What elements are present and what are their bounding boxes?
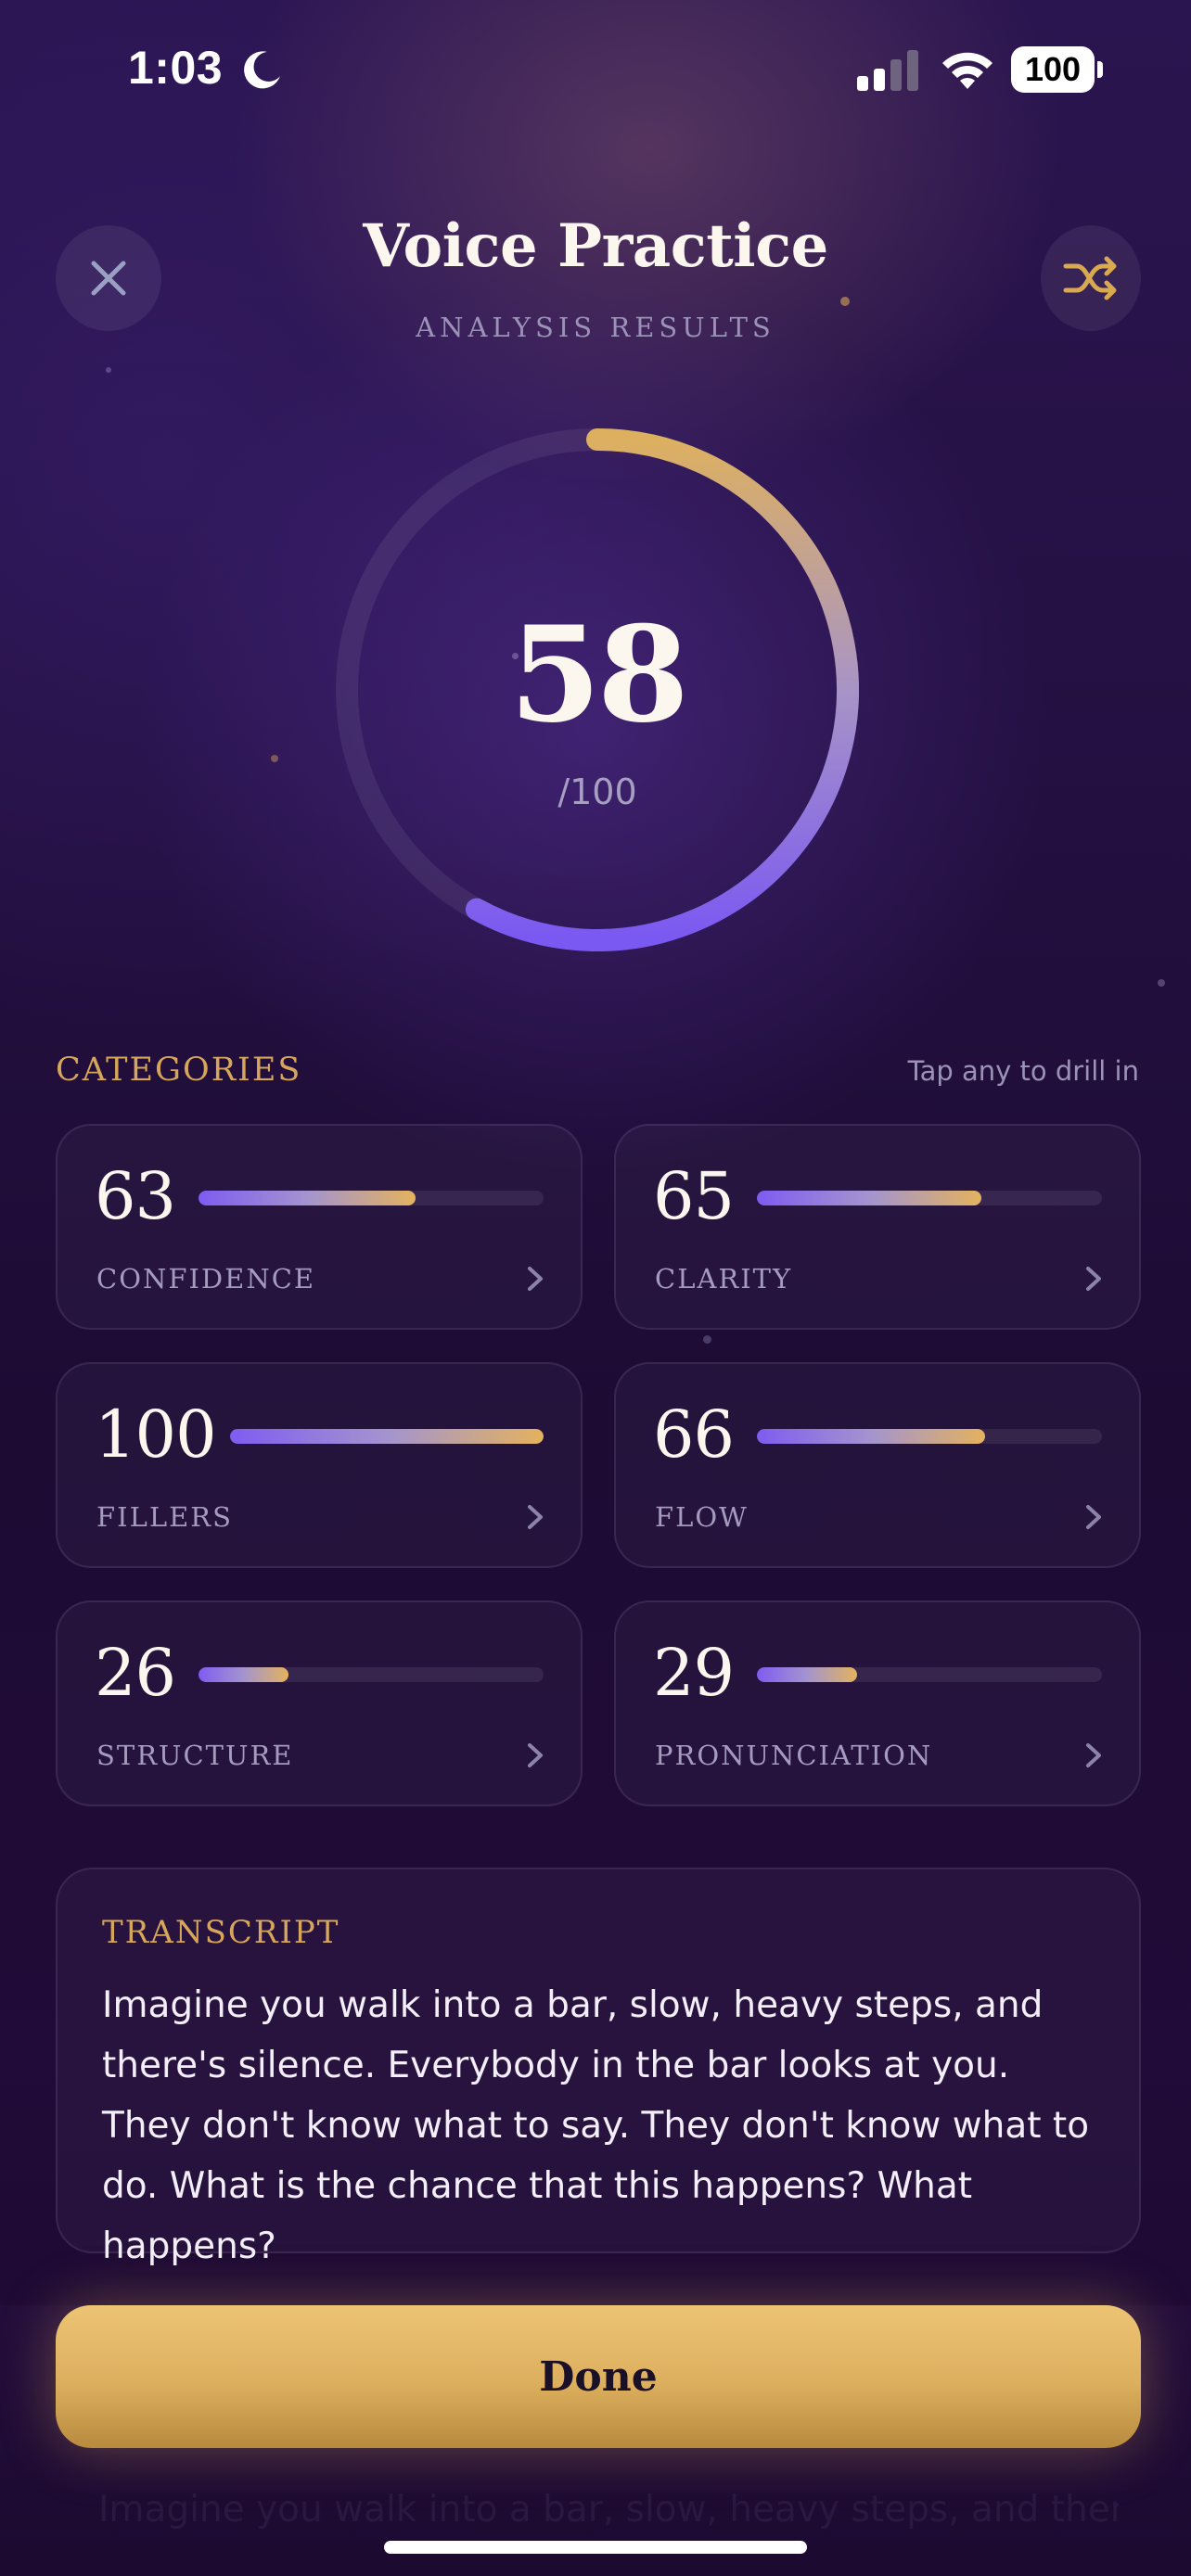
chevron-right-icon: [528, 1267, 543, 1291]
category-score: 65: [653, 1158, 735, 1234]
done-button-label: Done: [539, 2353, 658, 2401]
wifi-icon: [942, 52, 992, 89]
chevron-right-icon: [1086, 1505, 1101, 1529]
category-progress-fill: [757, 1191, 981, 1205]
category-progress-fill: [198, 1667, 288, 1682]
category-progress-track: [757, 1429, 1102, 1444]
sparkle-dot: [840, 297, 850, 306]
category-label: CLARITY: [655, 1263, 793, 1294]
status-time: 1:03: [128, 42, 224, 94]
category-progress-fill: [230, 1429, 544, 1444]
category-score: 26: [95, 1635, 176, 1711]
transcript-text: Imagine you walk into a bar, slow, heavy…: [102, 1984, 1090, 2267]
page-subtitle: ANALYSIS RESULTS: [416, 312, 775, 343]
shuffle-button[interactable]: [1041, 225, 1141, 331]
category-label: CONFIDENCE: [96, 1263, 316, 1294]
sparkle-dot: [1158, 979, 1165, 987]
home-indicator: [384, 2541, 807, 2554]
chevron-right-icon: [1086, 1267, 1101, 1291]
sparkle-dot: [106, 367, 111, 373]
category-label: FLOW: [655, 1501, 749, 1533]
page-title: Voice Practice: [363, 211, 828, 281]
category-label: FILLERS: [96, 1501, 233, 1533]
category-label: STRUCTURE: [96, 1740, 294, 1771]
categories-hint: Tap any to drill in: [907, 1055, 1139, 1087]
battery-indicator: 100: [1011, 46, 1104, 93]
chevron-right-icon: [1086, 1743, 1101, 1767]
status-bar: 1:03 100: [0, 0, 1191, 139]
categories-title: CATEGORIES: [56, 1052, 302, 1089]
moon-icon: [244, 51, 280, 89]
shuffle-icon: [1063, 256, 1117, 300]
battery-body: 100: [1011, 46, 1095, 93]
category-score: 100: [95, 1396, 217, 1473]
transcript-title: TRANSCRIPT: [102, 1914, 340, 1951]
done-button[interactable]: Done: [56, 2305, 1141, 2448]
category-card-structure[interactable]: 26 STRUCTURE: [56, 1600, 583, 1806]
transcript-text-ghost: Imagine you walk into a bar, slow, heavy…: [98, 2489, 1119, 2531]
category-progress-track: [230, 1429, 544, 1444]
sparkle-dot: [271, 755, 278, 762]
battery-level: 100: [1024, 50, 1082, 88]
category-progress-track: [198, 1191, 544, 1205]
category-label: PRONUNCIATION: [655, 1740, 933, 1771]
category-card-fillers[interactable]: 100 FILLERS: [56, 1362, 583, 1568]
chevron-right-icon: [528, 1505, 543, 1529]
category-card-clarity[interactable]: 65 CLARITY: [614, 1124, 1141, 1330]
signal-icon: [857, 50, 918, 91]
category-progress-track: [198, 1667, 544, 1682]
category-progress-track: [757, 1667, 1102, 1682]
category-score: 63: [95, 1158, 176, 1234]
chevron-right-icon: [528, 1743, 543, 1767]
category-progress-track: [757, 1191, 1102, 1205]
category-score: 66: [653, 1396, 735, 1473]
category-score: 29: [653, 1635, 735, 1711]
score-value: 58: [509, 598, 689, 752]
category-card-flow[interactable]: 66 FLOW: [614, 1362, 1141, 1568]
category-progress-fill: [757, 1429, 985, 1444]
category-progress-fill: [198, 1191, 416, 1205]
transcript-card: TRANSCRIPT Imagine you walk into a bar, …: [56, 1868, 1141, 2267]
score-max-label: /100: [557, 772, 637, 812]
category-progress-fill: [757, 1667, 857, 1682]
category-card-pronunciation[interactable]: 29 PRONUNCIATION: [614, 1600, 1141, 1806]
battery-tip: [1097, 61, 1103, 78]
category-card-confidence[interactable]: 63 CONFIDENCE: [56, 1124, 583, 1330]
sparkle-dot: [703, 1335, 711, 1344]
